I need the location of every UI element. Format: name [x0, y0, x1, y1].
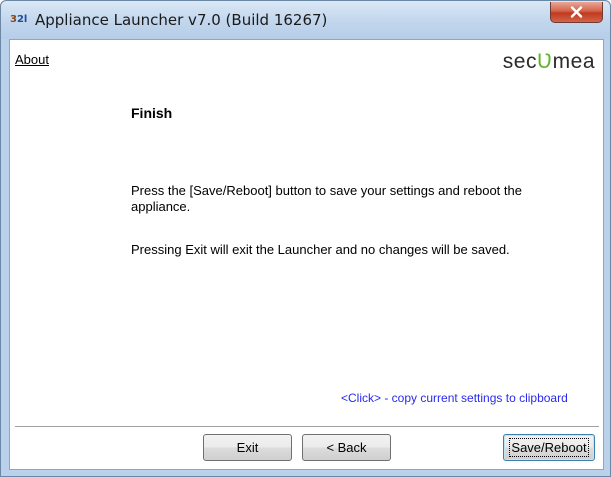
exit-note-text: Pressing Exit will exit the Launcher and…: [131, 242, 510, 257]
copy-settings-link[interactable]: <Click> - copy current settings to clipb…: [341, 390, 568, 406]
back-button-label: < Back: [326, 440, 367, 455]
about-link[interactable]: About: [15, 52, 49, 67]
wizard-panel: About secƲmea Finish Press the [Save/Reb…: [9, 39, 604, 470]
title-bar[interactable]: 32l Appliance Launcher v7.0 (Build 16267…: [1, 1, 610, 39]
save-reboot-button-label: Save/Reboot: [509, 438, 589, 457]
secomea-logo: secƲmea: [502, 50, 595, 73]
exit-button[interactable]: Exit: [203, 434, 292, 461]
app-icon: 32l: [10, 14, 28, 25]
close-icon: [570, 6, 583, 18]
app-window: 32l Appliance Launcher v7.0 (Build 16267…: [0, 0, 611, 477]
page-title: Finish: [131, 105, 173, 121]
close-button[interactable]: [550, 2, 603, 23]
save-reboot-button[interactable]: Save/Reboot: [503, 434, 595, 461]
back-button[interactable]: < Back: [302, 434, 391, 461]
divider: [15, 426, 599, 428]
instruction-text: Press the [Save/Reboot] button to save y…: [131, 183, 522, 214]
window-title: Appliance Launcher v7.0 (Build 16267): [35, 11, 328, 29]
exit-button-label: Exit: [236, 440, 259, 455]
